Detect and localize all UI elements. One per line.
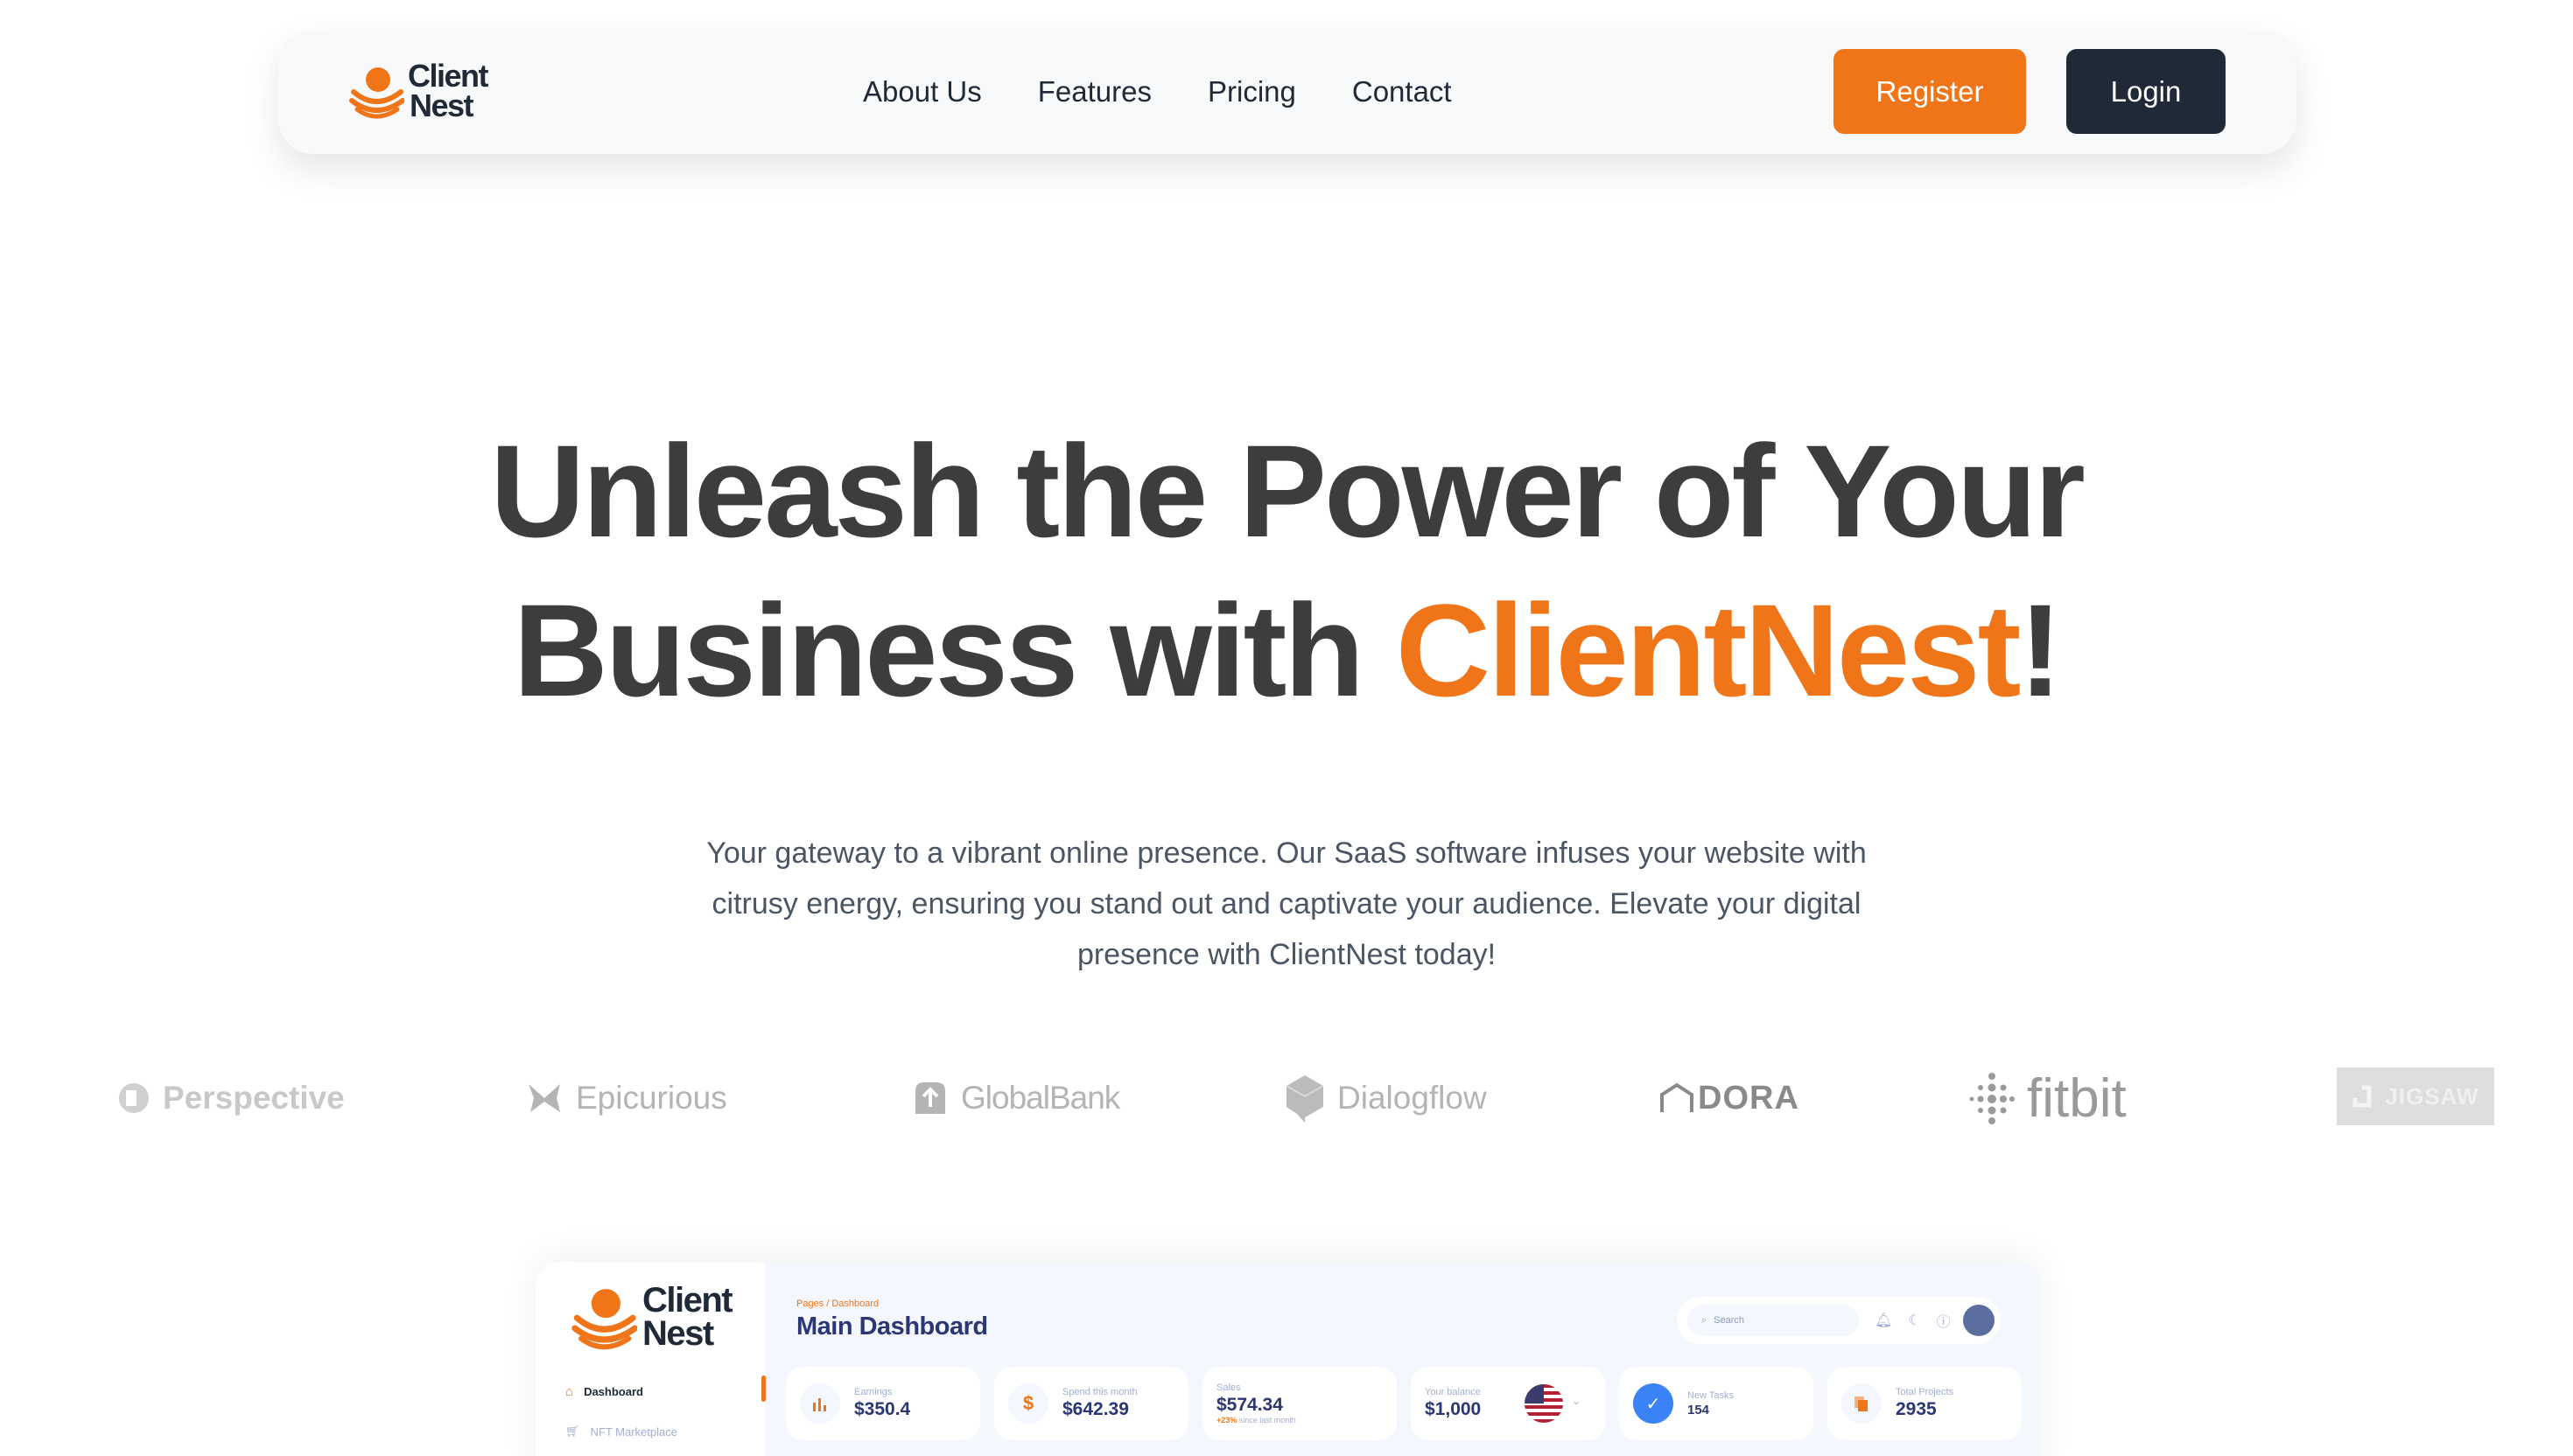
dashboard-search-placeholder: Search — [1714, 1315, 1745, 1326]
dashboard-search-input[interactable]: ⌕ Search — [1687, 1305, 1859, 1336]
epicurious-icon — [529, 1084, 560, 1112]
nav-link-features[interactable]: Features — [1038, 75, 1152, 108]
stat-card-value: $350.4 — [854, 1399, 911, 1419]
dollar-icon: $ — [1008, 1383, 1048, 1424]
stat-card-label: Sales — [1216, 1382, 1241, 1393]
dashboard-topbar: ⌕ Search 🔔︎ ☾ ⓘ — [1677, 1297, 2001, 1344]
search-icon: ⌕ — [1701, 1314, 1707, 1326]
perspective-logo: Perspective — [117, 1059, 345, 1138]
dora-label: DORA — [1698, 1079, 1799, 1116]
hero-title-line2-pre: Business with — [513, 577, 1396, 724]
dashboard-preview: Client Nest ⌂ Dashboard 🛒︎ NFT Marketpla… — [536, 1262, 2041, 1456]
stat-card-label: Earnings — [854, 1387, 893, 1397]
hero-title-line2-post: ! — [2018, 577, 2063, 724]
dialogflow-icon — [1286, 1075, 1324, 1123]
files-icon — [1841, 1383, 1882, 1424]
dialogflow-label: Dialogflow — [1337, 1080, 1487, 1116]
stat-card-value: 2935 — [1896, 1399, 1937, 1419]
bell-icon[interactable]: 🔔︎ — [1875, 1312, 1892, 1329]
login-button[interactable]: Login — [2066, 49, 2226, 134]
dashboard-logo: Client Nest — [571, 1281, 733, 1353]
dashboard-logo-line2: Nest — [642, 1314, 714, 1353]
fitbit-logo: fitbit — [1969, 1059, 2127, 1138]
growth-note: since last month — [1237, 1416, 1296, 1424]
dashboard-nav-dashboard[interactable]: ⌂ Dashboard — [565, 1384, 643, 1399]
globalbank-logo: GlobalBank — [912, 1059, 1120, 1138]
clientnest-logo-icon — [348, 62, 405, 120]
dashboard-nav-dashboard-label: Dashboard — [584, 1385, 643, 1398]
nav-link-contact[interactable]: Contact — [1352, 75, 1452, 108]
hero-subtitle: Your gateway to a vibrant online presenc… — [706, 836, 1867, 971]
dashboard-logo-wordmark: Client Nest — [642, 1281, 733, 1353]
dashboard-nav-nft-marketplace[interactable]: 🛒︎ NFT Marketplace — [565, 1424, 677, 1438]
logo-wordmark: Client Nest — [408, 58, 489, 123]
stat-card-spend: $ Spend this month $642.39 — [994, 1367, 1188, 1440]
growth-percent: +23% — [1216, 1416, 1237, 1424]
perspective-icon — [118, 1083, 149, 1113]
globalbank-icon — [915, 1082, 945, 1114]
perspective-label: Perspective — [163, 1080, 345, 1116]
register-button[interactable]: Register — [1833, 49, 2026, 134]
info-icon[interactable]: ⓘ — [1937, 1310, 1951, 1331]
nav-link-about-us[interactable]: About Us — [863, 75, 982, 108]
hero-title: Unleash the Power of Your Business with … — [0, 411, 2573, 730]
jigsaw-label: JIGSAW — [2385, 1082, 2479, 1110]
home-icon: ⌂ — [565, 1384, 574, 1399]
dashboard-logo-line1: Client — [642, 1281, 733, 1320]
hero-title-brand: ClientNest — [1395, 577, 2022, 724]
bar-chart-icon — [800, 1383, 840, 1424]
stat-card-balance: Your balance $1,000 ⌄ — [1411, 1367, 1605, 1440]
stat-card-total-projects: Total Projects 2935 — [1827, 1367, 2022, 1440]
jigsaw-logo: JIGSAW — [2337, 1068, 2494, 1125]
check-icon: ✓ — [1633, 1383, 1673, 1424]
dialogflow-logo: Dialogflow — [1285, 1059, 1487, 1138]
active-nav-indicator — [761, 1376, 766, 1402]
dora-logo: DORA — [1659, 1059, 1799, 1138]
dashboard-sidebar: Client Nest ⌂ Dashboard 🛒︎ NFT Marketpla… — [536, 1262, 765, 1456]
stat-card-label: Total Projects — [1896, 1387, 1954, 1397]
dashboard-title: Main Dashboard — [796, 1312, 988, 1340]
stat-card-value: $1,000 — [1425, 1399, 1482, 1419]
dashboard-logo-icon — [571, 1289, 637, 1350]
stat-card-value: 154 — [1687, 1402, 1710, 1418]
avatar[interactable] — [1962, 1305, 1995, 1336]
fitbit-label: fitbit — [2027, 1068, 2127, 1129]
dashboard-stat-cards: Earnings $350.4 $ Spend this month $642.… — [786, 1367, 2022, 1440]
nav-links: About Us Features Pricing Contact — [863, 30, 1452, 154]
dashboard-breadcrumb[interactable]: Pages / Dashboard — [796, 1298, 879, 1309]
nav-link-pricing[interactable]: Pricing — [1208, 75, 1296, 108]
jigsaw-icon — [2352, 1085, 2372, 1108]
clientnest-logo[interactable]: Client Nest — [348, 58, 489, 123]
partner-logos-strip: Perspective Epicurious GlobalBank Dialog… — [0, 1059, 2573, 1138]
stat-card-value: $574.34 — [1216, 1395, 1283, 1415]
dora-icon — [1660, 1082, 1693, 1112]
epicurious-label: Epicurious — [576, 1080, 727, 1116]
moon-icon[interactable]: ☾ — [1908, 1312, 1920, 1329]
stat-card-label: New Tasks — [1687, 1390, 1734, 1401]
stat-card-sales: Sales $574.34 +23% since last month — [1202, 1367, 1397, 1440]
us-flag-icon[interactable] — [1525, 1384, 1563, 1423]
stat-card-label: Your balance — [1425, 1387, 1481, 1397]
logo-line1: Client — [408, 58, 489, 94]
stat-card-new-tasks: ✓ New Tasks 154 — [1619, 1367, 1813, 1440]
stat-card-value: $642.39 — [1062, 1399, 1129, 1419]
logo-line2: Nest — [410, 88, 474, 123]
globalbank-label: GlobalBank — [961, 1080, 1120, 1116]
stat-card-earnings: Earnings $350.4 — [786, 1367, 980, 1440]
fitbit-icon — [1969, 1073, 2015, 1124]
chevron-down-icon[interactable]: ⌄ — [1572, 1395, 1581, 1407]
top-navbar: Client Nest About Us Features Pricing Co… — [278, 30, 2296, 154]
hero-title-line1: Unleash the Power of Your — [490, 417, 2086, 564]
stat-card-label: Spend this month — [1062, 1387, 1138, 1397]
cart-icon: 🛒︎ — [565, 1424, 580, 1438]
dashboard-nav-nft-label: NFT Marketplace — [590, 1424, 677, 1438]
stat-card-note: +23% since last month — [1216, 1416, 1296, 1424]
epicurious-logo: Epicurious — [525, 1059, 727, 1138]
